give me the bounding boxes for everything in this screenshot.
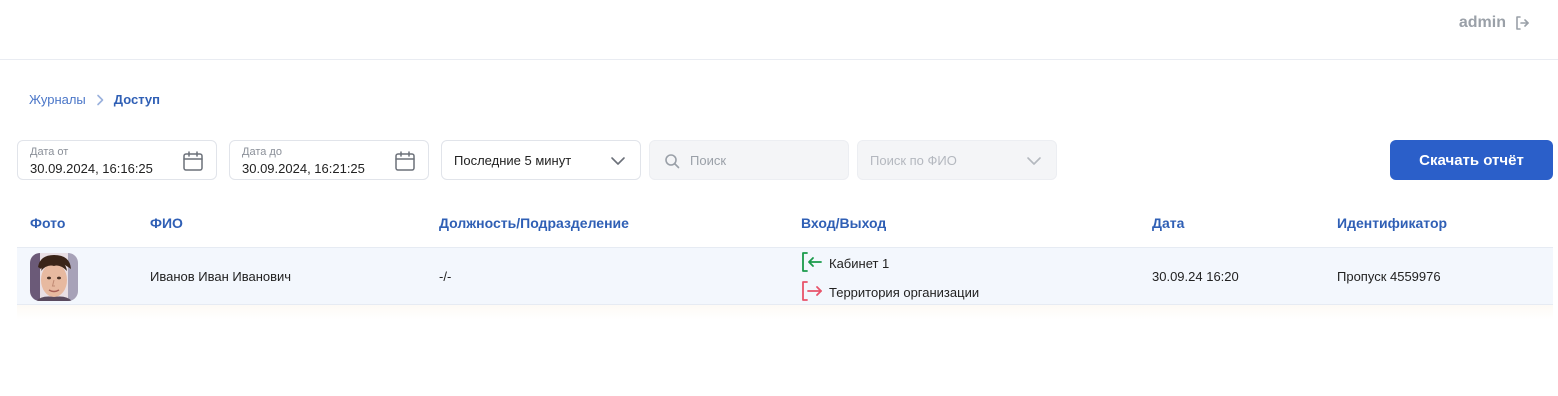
breadcrumb-current: Доступ <box>113 92 160 107</box>
date-from-value[interactable]: 30.09.2024, 16:16:25 <box>30 161 153 176</box>
search-icon <box>664 153 680 174</box>
exit-location: Территория организации <box>829 285 980 300</box>
calendar-icon[interactable] <box>394 150 416 177</box>
username: admin <box>1458 14 1506 31</box>
column-header-photo[interactable]: Фото <box>30 215 65 231</box>
search-field[interactable] <box>649 140 849 180</box>
date-from-field[interactable]: Дата от 30.09.2024, 16:16:25 <box>17 140 217 180</box>
column-header-identifier[interactable]: Идентификатор <box>1337 215 1447 231</box>
date-to-field[interactable]: Дата до 30.09.2024, 16:21:25 <box>229 140 429 180</box>
chevron-down-icon[interactable] <box>1026 154 1042 172</box>
row-position: -/- <box>439 269 452 284</box>
breadcrumb: Журналы Доступ <box>29 92 160 107</box>
avatar <box>30 253 78 301</box>
top-bar: admin <box>0 0 1558 60</box>
row-fio: Иванов Иван Иванович <box>150 269 292 284</box>
row-identifier: Пропуск 4559976 <box>1337 269 1441 284</box>
table-row[interactable]: Иванов Иван Иванович -/- Кабинет 1 Терри… <box>17 247 1553 305</box>
column-header-entry-exit[interactable]: Вход/Выход <box>801 215 886 231</box>
entry-record: Кабинет 1 <box>801 251 889 276</box>
date-to-value[interactable]: 30.09.2024, 16:21:25 <box>242 161 365 176</box>
calendar-icon[interactable] <box>182 150 204 177</box>
chevron-right-icon <box>96 94 104 106</box>
exit-icon <box>801 280 823 305</box>
row-divider <box>17 305 1553 320</box>
exit-record: Территория организации <box>801 280 979 305</box>
period-select-value: Последние 5 минут <box>454 153 572 168</box>
fio-search-placeholder: Поиск по ФИО <box>870 153 957 168</box>
search-input[interactable] <box>690 141 840 179</box>
row-date: 30.09.24 16:20 <box>1152 269 1239 284</box>
chevron-down-icon[interactable] <box>610 154 626 172</box>
column-header-date[interactable]: Дата <box>1152 215 1184 231</box>
date-to-label: Дата до <box>242 146 282 158</box>
entry-location: Кабинет 1 <box>829 256 890 271</box>
user-menu[interactable]: admin <box>1459 13 1530 33</box>
entry-icon <box>801 251 823 276</box>
fio-search-select[interactable]: Поиск по ФИО <box>857 140 1057 180</box>
logout-icon[interactable] <box>1514 15 1530 31</box>
download-report-button[interactable]: Скачать отчёт <box>1390 140 1553 180</box>
column-header-fio[interactable]: ФИО <box>150 215 183 231</box>
period-select[interactable]: Последние 5 минут <box>441 140 641 180</box>
breadcrumb-journals-link[interactable]: Журналы <box>29 92 86 107</box>
date-from-label: Дата от <box>30 146 69 158</box>
column-header-position[interactable]: Должность/Подразделение <box>439 215 629 231</box>
